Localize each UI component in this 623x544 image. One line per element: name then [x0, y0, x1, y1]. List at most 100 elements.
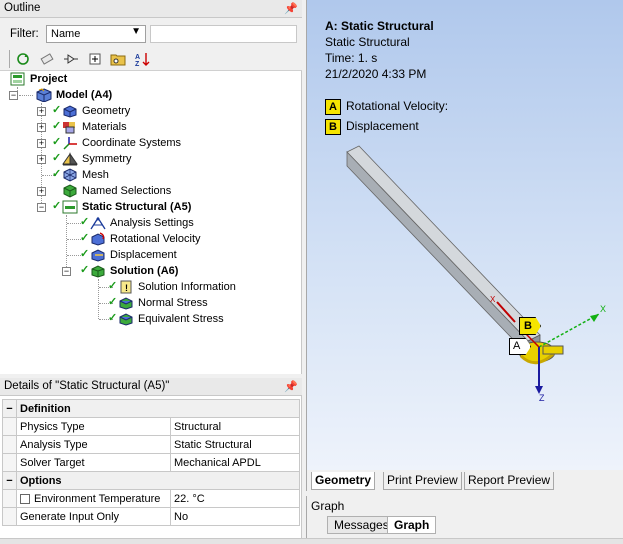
displacement-icon — [90, 248, 106, 262]
property-name: Solver Target — [16, 453, 171, 472]
equivalent-stress-icon — [118, 312, 134, 326]
project-icon — [10, 72, 26, 86]
tree-item-label: Geometry — [82, 105, 131, 117]
tree-item-label: Analysis Settings — [110, 217, 194, 229]
expand-toggle[interactable]: + — [37, 107, 46, 116]
filter-row: Filter: Name ▼ — [0, 22, 302, 46]
section-label: Options — [16, 471, 300, 490]
check-icon: ✓ — [108, 280, 118, 292]
filter-label: Filter: — [10, 28, 39, 40]
geometry-icon — [62, 104, 78, 118]
check-icon: ✓ — [52, 104, 62, 116]
details-grid: − Definition Physics Type Structural Ana… — [2, 399, 300, 526]
check-icon: ✓ — [108, 296, 118, 308]
hub-block — [542, 345, 564, 355]
property-value[interactable]: 22. °C — [170, 489, 300, 508]
property-value[interactable]: Structural — [170, 417, 300, 436]
tree-item-label: Equivalent Stress — [138, 313, 224, 325]
check-icon: ✓ — [52, 152, 62, 164]
section-definition[interactable]: − Definition — [2, 399, 300, 418]
outline-title-bar: Outline 📌 — [0, 0, 302, 18]
check-icon: ✓ — [80, 248, 90, 260]
tab-messages[interactable]: Messages — [327, 516, 396, 534]
tab-graph[interactable]: Graph — [387, 516, 437, 534]
check-icon: ✓ — [108, 312, 118, 324]
expand-icon[interactable] — [86, 50, 104, 68]
collapse-toggle[interactable]: − — [62, 267, 71, 276]
model-scene: X X Z — [346, 145, 606, 403]
expand-toggle[interactable]: + — [37, 123, 46, 132]
collapse-toggle[interactable]: − — [9, 91, 18, 100]
eraser-icon[interactable] — [38, 50, 56, 68]
mesh-icon — [62, 168, 78, 182]
property-value[interactable]: Mechanical APDL — [170, 453, 300, 472]
tree-item-label: Materials — [82, 121, 127, 133]
property-name: Physics Type — [16, 417, 171, 436]
filter-dropdown-value: Name — [51, 28, 81, 40]
tree-item-label: Project — [30, 73, 68, 85]
rotational-velocity-icon — [90, 232, 106, 246]
property-row[interactable]: Solver Target Mechanical APDL — [2, 453, 300, 472]
tree-item-label: Normal Stress — [138, 297, 208, 309]
pin-icon[interactable]: 📌 — [284, 2, 298, 15]
property-name: Generate Input Only — [16, 507, 171, 526]
x-axis-label: X — [600, 304, 606, 314]
check-icon: ✓ — [80, 216, 90, 228]
normal-stress-icon — [118, 296, 134, 310]
tab-report-preview[interactable]: Report Preview — [464, 472, 555, 490]
details-title: Details of "Static Structural (A5)" — [4, 380, 170, 392]
tree-item-label: Coordinate Systems — [82, 137, 182, 149]
pin-icon[interactable]: 📌 — [284, 380, 298, 393]
analysis-settings-icon — [90, 216, 106, 230]
tree-item-label: Solution (A6) — [110, 265, 179, 277]
tree-item-label: Static Structural (A5) — [82, 201, 192, 213]
x-axis-arrowhead — [590, 314, 599, 322]
property-value[interactable]: No — [170, 507, 300, 526]
expand-toggle[interactable]: + — [37, 155, 46, 164]
property-value[interactable]: Static Structural — [170, 435, 300, 454]
coordinate-systems-icon — [62, 136, 78, 150]
filter-input[interactable] — [150, 25, 297, 43]
check-icon: ✓ — [80, 232, 90, 244]
parameter-checkbox[interactable] — [20, 493, 30, 504]
tree-item-label: Mesh — [82, 169, 109, 181]
solution-information-icon: ! — [118, 280, 134, 294]
property-row[interactable]: Physics Type Structural — [2, 417, 300, 436]
svg-text:!: ! — [125, 283, 128, 293]
folder-icon[interactable] — [109, 50, 127, 68]
svg-text:A: A — [135, 54, 140, 61]
tree-item-label: Rotational Velocity — [110, 233, 201, 245]
tree-connector — [19, 95, 33, 96]
collapse-toggle[interactable]: − — [2, 471, 17, 490]
tree-item-label: Solution Information — [138, 281, 236, 293]
collapse-toggle[interactable]: − — [2, 399, 17, 418]
z-axis-label: Z — [539, 393, 545, 403]
check-icon: ✓ — [52, 168, 62, 180]
tree-item-label: Model (A4) — [56, 89, 113, 101]
named-selections-icon — [62, 184, 78, 198]
tree-item-label: Symmetry — [82, 153, 132, 165]
outline-toolbar: AZ — [0, 47, 302, 71]
beam-top-face — [346, 145, 541, 342]
property-row[interactable]: Generate Input Only No — [2, 507, 300, 526]
section-label: Definition — [16, 399, 300, 418]
connect-icon[interactable] — [62, 50, 80, 68]
sort-icon[interactable]: AZ — [133, 50, 151, 68]
filter-dropdown[interactable]: Name ▼ — [46, 25, 146, 43]
collapse-toggle[interactable]: − — [37, 203, 46, 212]
details-title-bar: Details of "Static Structural (A5)" 📌 — [0, 378, 302, 396]
tree-item-label: Named Selections — [82, 185, 172, 197]
model-icon — [36, 88, 52, 103]
edge-axis-label: X — [490, 295, 496, 304]
property-row[interactable]: Environment Temperature 22. °C — [2, 489, 300, 508]
materials-icon — [62, 120, 78, 134]
section-options[interactable]: − Options — [2, 471, 300, 490]
property-row[interactable]: Analysis Type Static Structural — [2, 435, 300, 454]
tab-geometry[interactable]: Geometry — [311, 472, 376, 490]
tab-print-preview[interactable]: Print Preview — [383, 472, 462, 490]
graphics-viewport[interactable]: A: Static Structural Static Structural T… — [306, 0, 623, 470]
refresh-icon[interactable] — [14, 50, 32, 68]
expand-toggle[interactable]: + — [37, 139, 46, 148]
expand-toggle[interactable]: + — [37, 187, 46, 196]
status-bar — [0, 538, 623, 544]
